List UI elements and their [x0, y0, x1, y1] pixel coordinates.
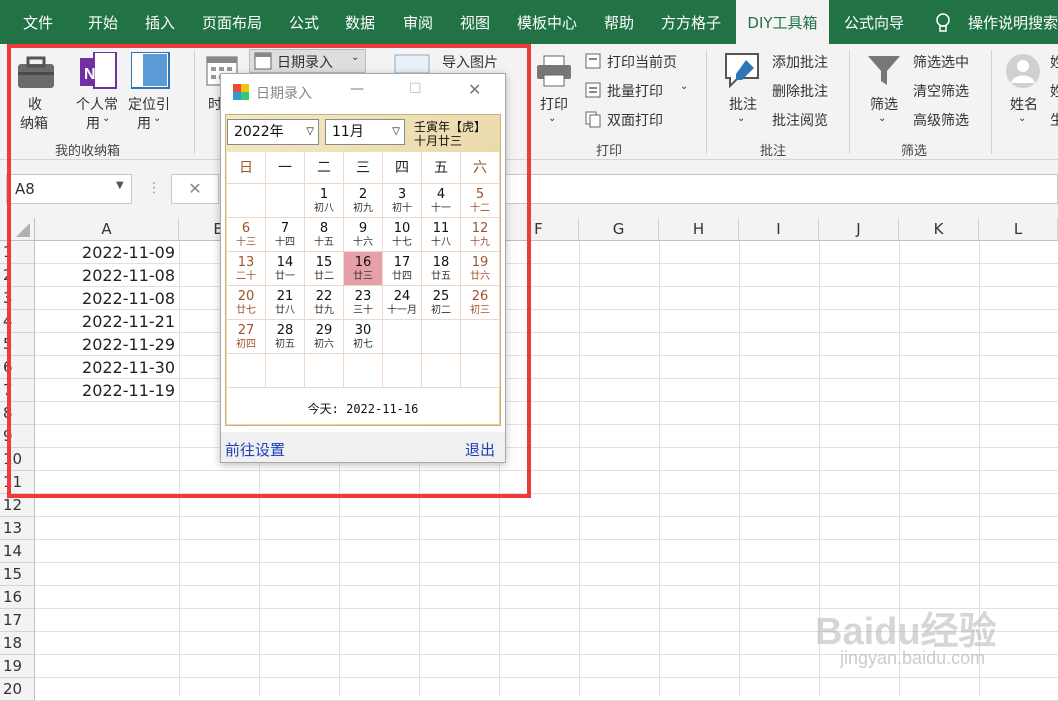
gridline	[35, 677, 1058, 678]
tab-file[interactable]: 文件	[23, 0, 53, 44]
name-option-2[interactable]: 姓	[1050, 81, 1058, 101]
gridline	[35, 539, 1058, 540]
tab-data[interactable]: 数据	[345, 0, 375, 44]
tab-diy-toolbox[interactable]: DIY工具箱	[736, 0, 829, 44]
delete-comment-button[interactable]: 删除批注	[772, 81, 828, 101]
print-current-page-button[interactable]: 打印当前页	[607, 52, 677, 72]
name-button[interactable]: 姓名	[1010, 94, 1038, 114]
group-label-print: 打印	[596, 144, 623, 159]
gridline	[35, 516, 1058, 517]
comment-button[interactable]: 批注	[729, 94, 757, 114]
row-header-18[interactable]: 18	[0, 632, 35, 655]
batch-print-button[interactable]: 批量打印	[607, 81, 663, 101]
watermark-brand: Baidu经验	[815, 611, 997, 653]
chevron-down-icon[interactable]: ⌄	[737, 113, 745, 124]
filter-icon	[868, 56, 900, 85]
row-header-14[interactable]: 14	[0, 540, 35, 563]
chevron-down-icon[interactable]: ⌄	[1018, 113, 1026, 124]
row-header-17[interactable]: 17	[0, 609, 35, 632]
ribbon-separator	[849, 50, 850, 154]
tab-formulas[interactable]: 公式	[289, 0, 319, 44]
tab-insert[interactable]: 插入	[145, 0, 175, 44]
row-header-13[interactable]: 13	[0, 517, 35, 540]
highlight-frame	[7, 44, 531, 498]
tab-view[interactable]: 视图	[460, 0, 490, 44]
row-header-19[interactable]: 19	[0, 655, 35, 678]
group-label-comment: 批注	[760, 144, 787, 159]
tab-template-center[interactable]: 模板中心	[517, 0, 577, 44]
batch-print-icon	[585, 82, 601, 98]
tab-ffgz[interactable]: 方方格子	[661, 0, 721, 44]
advanced-filter-button[interactable]: 高级筛选	[913, 110, 969, 130]
column-header-I[interactable]: I	[739, 218, 819, 241]
lightbulb-icon	[936, 13, 950, 32]
watermark-url: jingyan.baidu.com	[840, 648, 986, 668]
comment-icon	[725, 53, 759, 89]
ribbon-separator	[991, 50, 992, 154]
row-header-20[interactable]: 20	[0, 678, 35, 701]
tab-formula-wizard[interactable]: 公式向导	[844, 0, 904, 44]
ribbon-separator	[706, 50, 707, 154]
clear-filter-button[interactable]: 清空筛选	[913, 81, 969, 101]
chevron-down-icon[interactable]: ⌄	[548, 113, 556, 124]
tell-me-search[interactable]: 操作说明搜索	[968, 0, 1058, 44]
tab-help[interactable]: 帮助	[604, 0, 634, 44]
duplex-print-icon	[585, 111, 601, 128]
group-label-filter: 筛选	[901, 144, 928, 159]
name-option-1[interactable]: 姓	[1050, 52, 1058, 72]
add-comment-button[interactable]: 添加批注	[772, 52, 828, 72]
column-header-J[interactable]: J	[819, 218, 899, 241]
tab-review[interactable]: 审阅	[403, 0, 433, 44]
gridline	[35, 585, 1058, 586]
chevron-down-icon[interactable]: ⌄	[680, 81, 688, 92]
filter-button[interactable]: 筛选	[870, 94, 898, 114]
print-current-icon	[585, 53, 601, 69]
gridline	[35, 562, 1058, 563]
read-comment-button[interactable]: 批注阅览	[772, 110, 828, 130]
row-header-16[interactable]: 16	[0, 586, 35, 609]
printer-icon	[537, 55, 571, 87]
tab-page-layout[interactable]: 页面布局	[202, 0, 262, 44]
column-header-G[interactable]: G	[579, 218, 659, 241]
column-header-L[interactable]: L	[979, 218, 1058, 241]
duplex-print-button[interactable]: 双面打印	[607, 110, 663, 130]
row-header-15[interactable]: 15	[0, 563, 35, 586]
print-button[interactable]: 打印	[540, 94, 568, 114]
chevron-down-icon[interactable]: ⌄	[878, 113, 886, 124]
column-header-K[interactable]: K	[899, 218, 979, 241]
person-icon	[1006, 54, 1040, 88]
name-option-3[interactable]: 生	[1050, 110, 1058, 130]
formula-input[interactable]	[500, 174, 1058, 204]
column-header-H[interactable]: H	[659, 218, 739, 241]
filter-selected-button[interactable]: 筛选选中	[913, 52, 969, 72]
tab-home[interactable]: 开始	[88, 0, 118, 44]
menu-bar: 文件 开始 插入 页面布局 公式 数据 审阅 视图 模板中心 帮助 方方格子 D…	[0, 0, 1058, 44]
